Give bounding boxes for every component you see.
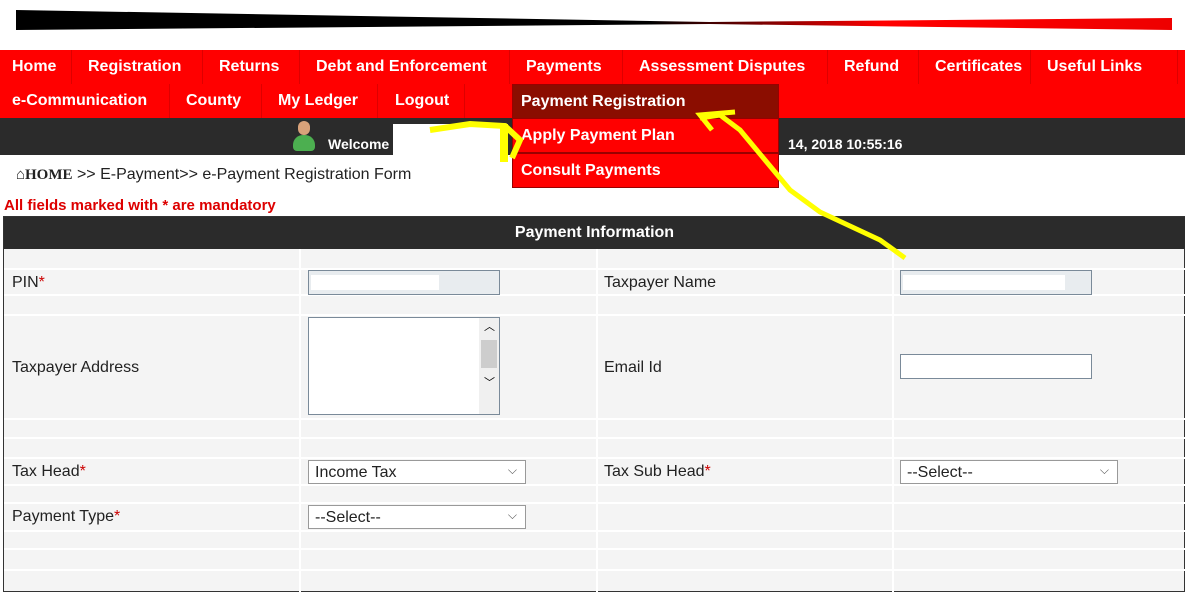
payment-type-label: Payment Type* — [12, 508, 121, 525]
chevron-down-icon: ⌵ — [507, 463, 517, 477]
tax-head-label: Tax Head* — [12, 463, 86, 480]
nav-e-communication[interactable]: e-Communication — [0, 84, 170, 118]
nav-useful-links[interactable]: Useful Links — [1035, 50, 1178, 84]
taxpayer-address-label: Taxpayer Address — [12, 359, 140, 376]
mandatory-note: All fields marked with * are mandatory — [4, 197, 276, 214]
nav-my-ledger[interactable]: My Ledger — [266, 84, 378, 118]
welcome-text: Welcome — [328, 136, 390, 152]
user-avatar-icon — [292, 121, 316, 151]
redacted-username — [393, 124, 508, 162]
payment-type-select[interactable]: --Select-- ⌵ — [308, 505, 526, 529]
form-title: Payment Information — [4, 217, 1185, 249]
tax-sub-head-select[interactable]: --Select-- ⌵ — [900, 460, 1118, 484]
nav-certificates[interactable]: Certificates — [923, 50, 1031, 84]
textarea-scrollbar[interactable]: ︿ ﹀ — [479, 318, 499, 414]
nav-assessment-disputes[interactable]: Assessment Disputes — [627, 50, 828, 84]
email-input[interactable] — [900, 354, 1092, 379]
nav-registration[interactable]: Registration — [76, 50, 203, 84]
breadcrumb-home[interactable]: HOME — [25, 167, 73, 183]
nav-county[interactable]: County — [174, 84, 262, 118]
nav-payments[interactable]: Payments — [514, 50, 623, 84]
tax-sub-head-label: Tax Sub Head* — [604, 463, 711, 480]
breadcrumb: ⌂HOME >> E-Payment>> e-Payment Registrat… — [16, 166, 411, 184]
tax-head-select[interactable]: Income Tax ⌵ — [308, 460, 526, 484]
menu-payment-registration[interactable]: Payment Registration — [512, 84, 779, 119]
breadcrumb-path: >> E-Payment>> e-Payment Registration Fo… — [72, 166, 412, 183]
home-icon[interactable]: ⌂ — [16, 167, 25, 183]
scroll-down-icon[interactable]: ﹀ — [484, 374, 495, 390]
banner-logo — [16, 10, 1172, 30]
nav-home[interactable]: Home — [0, 50, 72, 84]
taxpayer-name-label: Taxpayer Name — [604, 274, 717, 291]
menu-apply-payment-plan[interactable]: Apply Payment Plan — [512, 118, 779, 153]
chevron-down-icon: ⌵ — [1099, 463, 1109, 477]
nav-refund[interactable]: Refund — [832, 50, 919, 84]
login-datetime: 14, 2018 10:55:16 — [788, 136, 903, 152]
taxpayer-address-textarea[interactable]: ︿ ﹀ — [308, 317, 500, 415]
nav-debt-enforcement[interactable]: Debt and Enforcement — [304, 50, 510, 84]
scroll-up-icon[interactable]: ︿ — [484, 318, 495, 334]
email-label: Email Id — [604, 359, 662, 376]
main-nav-row-1: Home Registration Returns Debt and Enfor… — [0, 50, 1185, 84]
nav-logout[interactable]: Logout — [383, 84, 465, 118]
chevron-down-icon: ⌵ — [507, 508, 517, 522]
pin-label: PIN* — [12, 274, 45, 291]
menu-consult-payments[interactable]: Consult Payments — [512, 153, 779, 188]
taxpayer-name-input[interactable] — [900, 270, 1092, 295]
nav-returns[interactable]: Returns — [207, 50, 300, 84]
pin-input[interactable] — [308, 270, 500, 295]
